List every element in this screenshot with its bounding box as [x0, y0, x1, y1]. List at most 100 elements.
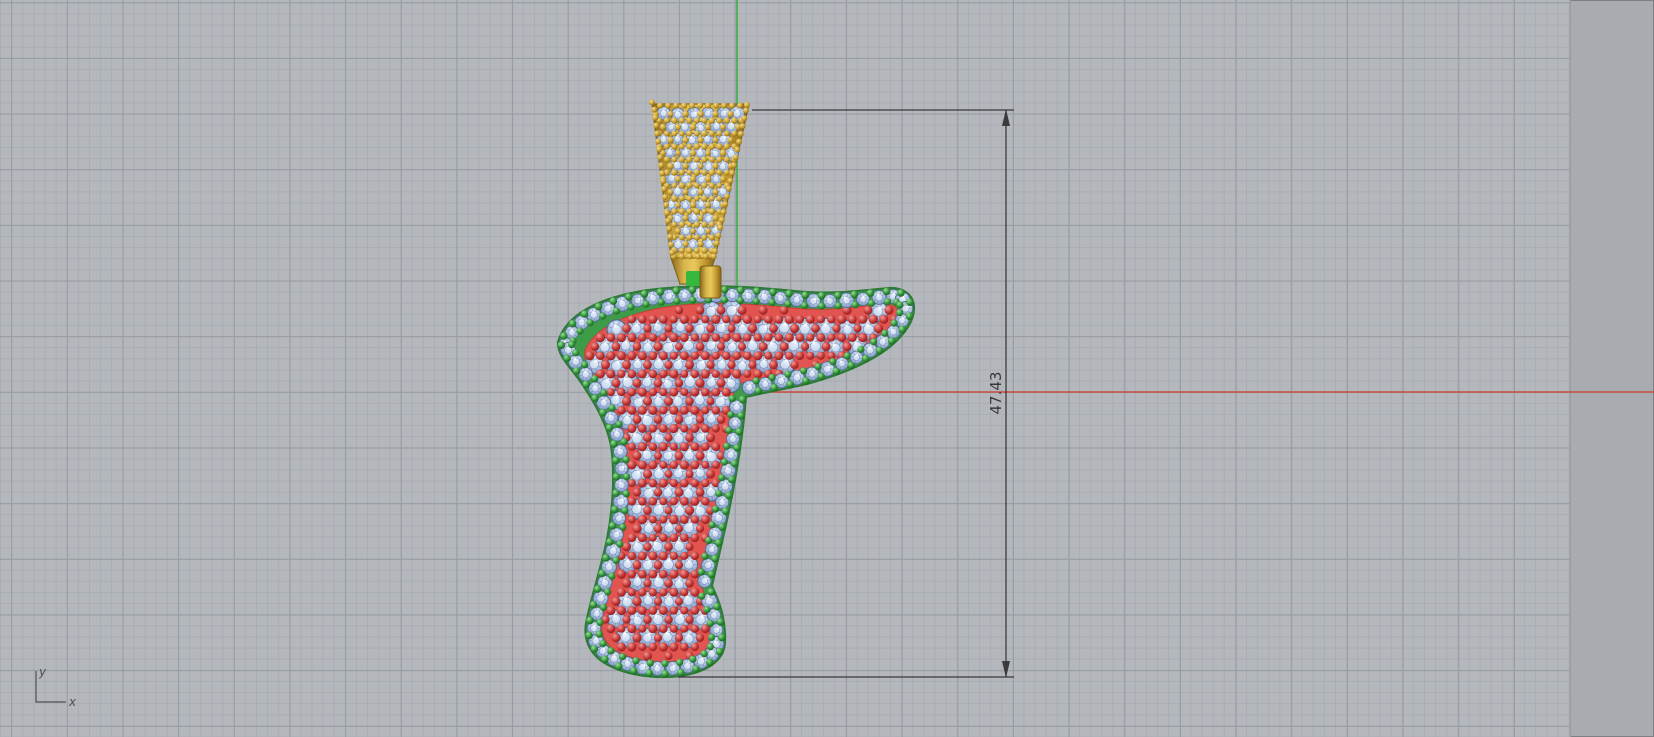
prong-bead — [590, 342, 600, 351]
prong-bead — [606, 351, 616, 361]
prong-bead — [721, 387, 731, 397]
prong-bead — [637, 387, 647, 397]
prong-bead — [658, 606, 668, 615]
prong-bead — [743, 369, 752, 378]
prong-bead — [680, 588, 689, 597]
prong-bead — [695, 451, 705, 461]
prong-bead — [617, 369, 626, 379]
prong-bead — [685, 433, 694, 442]
prong-bead — [585, 631, 593, 640]
prong-bead — [669, 460, 679, 470]
prong-bead — [690, 228, 696, 234]
prong-bead — [606, 624, 616, 634]
prong-bead — [752, 377, 760, 385]
prong-bead — [686, 117, 693, 124]
prong-bead — [638, 497, 647, 506]
prong-bead — [669, 332, 679, 343]
prong-bead — [637, 369, 647, 379]
prong-bead — [711, 554, 719, 563]
prong-bead — [711, 505, 720, 513]
dimension-value[interactable]: 47.43 — [987, 372, 1005, 415]
prong-bead — [690, 315, 700, 324]
prong-bead — [704, 536, 713, 545]
prong-bead — [784, 370, 792, 378]
prong-bead — [700, 332, 710, 343]
prong-bead — [679, 405, 689, 415]
prong-bead — [697, 163, 704, 169]
prong-bead — [732, 351, 742, 361]
prong-bead — [653, 524, 663, 534]
prong-bead — [816, 315, 826, 324]
prong-bead — [736, 286, 745, 295]
prong-bead — [627, 642, 637, 652]
prong-bead — [658, 314, 668, 324]
prong-bead — [664, 615, 673, 624]
prong-bead — [704, 123, 712, 131]
prong-bead — [586, 319, 594, 327]
prong-bead — [638, 333, 647, 342]
prong-bead — [685, 247, 693, 254]
prong-bead — [847, 314, 857, 324]
prong-bead — [623, 473, 631, 481]
prong-bead — [682, 136, 689, 144]
prong-bead — [622, 490, 630, 498]
prong-bead — [643, 360, 652, 370]
prong-bead — [680, 551, 689, 561]
prong-bead — [664, 209, 670, 216]
prong-bead — [658, 624, 668, 634]
prong-bead — [701, 442, 710, 451]
prong-bead — [697, 568, 705, 576]
prong-bead — [671, 156, 678, 163]
prong-bead — [716, 414, 726, 424]
prong-bead — [659, 515, 668, 524]
prong-bead — [678, 143, 685, 150]
prong-bead — [686, 130, 693, 137]
prong-bead — [701, 182, 708, 189]
prong-bead — [661, 659, 669, 668]
prong-bead — [707, 588, 715, 596]
prong-bead — [682, 240, 689, 248]
prong-bead — [715, 143, 723, 150]
prong-bead — [686, 234, 693, 241]
prong-bead — [834, 291, 842, 300]
prong-bead — [622, 615, 631, 624]
prong-bead — [607, 647, 615, 655]
prong-bead — [881, 329, 889, 337]
prong-bead — [653, 487, 663, 497]
dimension-arrow-top — [1002, 109, 1010, 126]
prong-bead — [747, 323, 758, 334]
pendant-object[interactable] — [556, 99, 916, 679]
bail-connector-knob — [699, 265, 722, 299]
prong-bead — [627, 351, 637, 361]
prong-bead — [675, 202, 681, 208]
prong-bead — [627, 515, 636, 524]
prong-bead — [718, 474, 726, 482]
prong-bead — [637, 351, 647, 361]
prong-bead — [834, 302, 843, 310]
prong-bead — [659, 170, 666, 177]
prong-bead — [678, 117, 685, 124]
prong-bead — [674, 123, 682, 131]
prong-bead — [700, 143, 708, 150]
prong-bead — [729, 102, 735, 109]
prong-bead — [653, 341, 663, 352]
cad-viewport[interactable]: 47.43 y x — [0, 0, 1654, 737]
prong-bead — [627, 551, 637, 561]
prong-bead — [727, 110, 734, 118]
prong-bead — [627, 569, 637, 579]
prong-bead — [627, 588, 636, 597]
prong-bead — [637, 478, 647, 488]
prong-bead — [659, 388, 668, 397]
prong-bead — [700, 369, 710, 379]
prong-bead — [690, 515, 700, 524]
prong-bead — [843, 352, 851, 360]
prong-bead — [674, 597, 684, 606]
prong-bead — [612, 556, 620, 564]
prong-bead — [763, 314, 773, 324]
prong-bead — [649, 99, 655, 106]
prong-bead — [682, 162, 689, 170]
prong-bead — [785, 289, 793, 298]
prong-bead — [648, 606, 658, 615]
prong-bead — [686, 253, 693, 260]
prong-bead — [627, 606, 637, 615]
